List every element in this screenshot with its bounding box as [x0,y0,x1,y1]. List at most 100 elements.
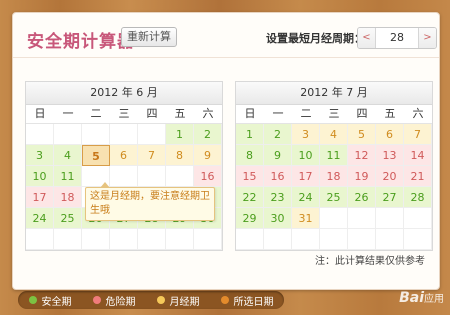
empty-day-cell [404,229,432,250]
day-cell[interactable]: 19 [348,166,376,187]
day-cell[interactable]: 24 [292,187,320,208]
day-cell[interactable]: 16 [264,166,292,187]
cycle-value[interactable]: 28 [376,28,418,48]
legend-item: 月经期 [156,293,200,308]
day-cell[interactable]: 9 [264,145,292,166]
disclaimer-note: 注：此计算结果仅供参考 [315,256,425,267]
weekday-label: 三 [118,107,130,120]
day-cell[interactable]: 26 [348,187,376,208]
empty-day-cell [138,166,166,187]
empty-day-cell [82,124,110,145]
weekday-label: 四 [146,107,158,120]
day-cell[interactable]: 15 [236,166,264,187]
calendar-july: 2012 年 7 月 日一二三四五六 1 2 3 4 5 6 7 8 9 10 11 12 13 14 15… [235,81,433,251]
header-divider [13,57,439,58]
day-cell[interactable]: 17 [26,187,54,208]
empty-day-cell [376,208,404,229]
day-cell[interactable]: 13 [376,145,404,166]
legend-dot-icon [28,296,37,304]
legend-item: 所选日期 [220,293,274,308]
day-cell[interactable]: 10 [26,166,54,187]
day-cell[interactable]: 17 [292,166,320,187]
legend-label: 月经期 [169,296,200,308]
empty-day-cell [110,229,138,250]
day-cell[interactable]: 8 [236,145,264,166]
day-cell[interactable]: 1 [236,124,264,145]
day-cell[interactable]: 23 [264,187,292,208]
empty-day-cell [26,124,54,145]
day-cell[interactable]: 20 [376,166,404,187]
day-cell[interactable]: 16 [194,166,222,187]
day-cell[interactable]: 30 [264,208,292,229]
weekday-label: 日 [34,107,46,120]
legend-dot-icon [220,296,229,304]
day-cell[interactable]: 2 [194,124,222,145]
day-cell[interactable]: 4 [54,145,82,166]
day-cell[interactable]: 10 [292,145,320,166]
day-cell[interactable]: 18 [320,166,348,187]
empty-day-cell [138,124,166,145]
empty-day-cell [376,229,404,250]
weekday-label: 六 [202,107,214,120]
day-cell[interactable]: 29 [236,208,264,229]
day-cell[interactable]: 4 [320,124,348,145]
calculator-panel: 安全期计算器 重新计算 设置最短月经周期： < 28 > 2012 年 6 月 … [12,12,440,290]
day-cell[interactable]: 5 [82,145,110,166]
day-cell[interactable]: 22 [236,187,264,208]
day-cell[interactable]: 3 [292,124,320,145]
empty-day-cell [264,229,292,250]
empty-day-cell [54,124,82,145]
day-cell[interactable]: 25 [54,208,82,229]
cycle-stepper: < 28 > [357,27,437,49]
day-cell[interactable]: 8 [166,145,194,166]
empty-day-cell [26,229,54,250]
weekday-label: 六 [412,107,424,120]
weekday-label: 二 [90,107,102,120]
day-cell[interactable]: 2 [264,124,292,145]
day-cell[interactable]: 11 [320,145,348,166]
day-cell[interactable]: 18 [54,187,82,208]
baidu-watermark: Bai应用 [399,290,444,306]
calendar-title: 2012 年 6 月 [26,82,222,105]
day-cell[interactable]: 25 [320,187,348,208]
day-cell[interactable]: 14 [404,145,432,166]
empty-day-cell [292,229,320,250]
watermark-suffix: 应用 [424,294,444,305]
decrease-cycle-button[interactable]: < [358,28,376,48]
day-grid: 1 2 3 4 5 6 7 8 9 10 11 12 13 14 15 16 17 18 19 20 21 22 23 24 2… [236,124,432,250]
recalculate-button[interactable]: 重新计算 [121,27,177,47]
empty-day-cell [320,208,348,229]
day-cell[interactable]: 9 [194,145,222,166]
period-tooltip: 这是月经期，要注意经期卫生哦 [85,182,215,221]
empty-day-cell [348,208,376,229]
empty-day-cell [110,124,138,145]
empty-day-cell [320,229,348,250]
day-cell[interactable]: 24 [26,208,54,229]
legend-dot-icon [156,296,165,304]
watermark-brand: Bai [399,290,424,306]
legend-dot-icon [92,296,101,304]
day-cell[interactable]: 1 [166,124,194,145]
day-cell[interactable]: 21 [404,166,432,187]
legend-label: 危险期 [105,296,136,308]
day-cell[interactable]: 31 [292,208,320,229]
day-cell[interactable]: 28 [404,187,432,208]
day-cell[interactable]: 7 [138,145,166,166]
legend-item: 安全期 [28,293,72,308]
day-cell[interactable]: 7 [404,124,432,145]
weekday-label: 三 [328,107,340,120]
increase-cycle-button[interactable]: > [418,28,436,48]
weekday-label: 日 [244,107,256,120]
weekday-label: 一 [272,107,284,120]
empty-day-cell [194,229,222,250]
day-cell[interactable]: 5 [348,124,376,145]
day-cell[interactable]: 27 [376,187,404,208]
weekday-label: 五 [174,107,186,120]
weekday-label: 五 [384,107,396,120]
weekday-label: 四 [356,107,368,120]
day-cell[interactable]: 3 [26,145,54,166]
day-cell[interactable]: 11 [54,166,82,187]
day-cell[interactable]: 6 [376,124,404,145]
day-cell[interactable]: 6 [110,145,138,166]
day-cell[interactable]: 12 [348,145,376,166]
